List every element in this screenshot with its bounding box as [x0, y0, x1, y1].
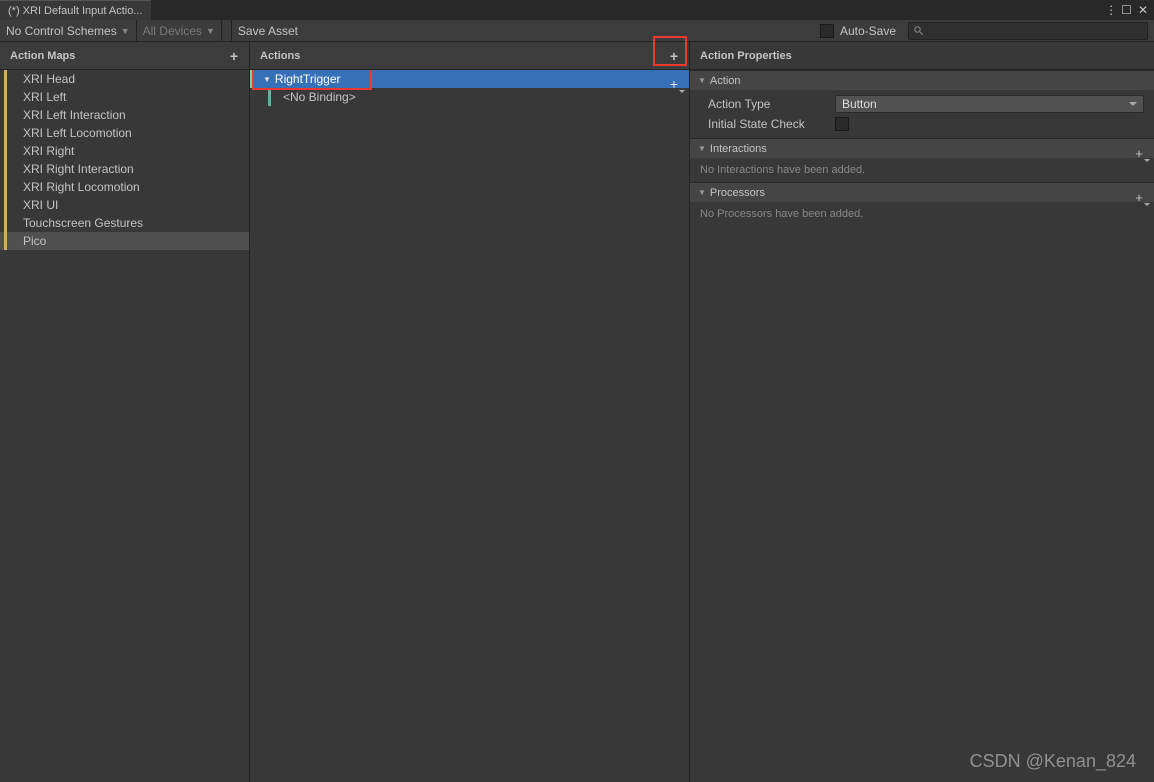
initial-state-label: Initial State Check [700, 117, 835, 131]
map-color-bar [4, 214, 7, 232]
map-color-bar [4, 124, 7, 142]
add-action-map-button[interactable]: + [225, 47, 243, 65]
properties-header: Action Properties [690, 42, 1154, 70]
action-type-dropdown[interactable]: Button [835, 95, 1144, 113]
search-icon [913, 25, 924, 36]
action-map-item[interactable]: XRI Left Locomotion [0, 124, 249, 142]
processors-empty-text: No Processors have been added. [690, 202, 1154, 226]
collapse-icon: ▼ [698, 144, 706, 153]
action-type-label: Action Type [700, 97, 835, 111]
close-icon[interactable]: ✕ [1138, 3, 1148, 17]
actions-list: ▼ RightTrigger + <No Binding> [250, 70, 689, 782]
map-color-bar [4, 70, 7, 88]
action-map-item[interactable]: XRI Left Interaction [0, 106, 249, 124]
action-properties-panel: Action Properties ▼ Action Action Type B… [690, 42, 1154, 782]
action-maps-list: XRI HeadXRI LeftXRI Left InteractionXRI … [0, 70, 249, 782]
action-map-item[interactable]: XRI UI [0, 196, 249, 214]
interactions-empty-text: No Interactions have been added. [690, 158, 1154, 182]
save-asset-button[interactable]: Save Asset [232, 20, 304, 42]
devices-dropdown[interactable]: All Devices▼ [137, 20, 222, 42]
window-controls: ⋮ ☐ ✕ [1105, 3, 1154, 17]
action-color-bar [250, 70, 253, 88]
map-color-bar [4, 160, 7, 178]
action-item-righttrigger[interactable]: ▼ RightTrigger + [250, 70, 689, 88]
processors-section-header[interactable]: ▼ Processors + [690, 182, 1154, 202]
maximize-icon[interactable]: ☐ [1121, 3, 1132, 17]
toolbar: No Control Schemes▼ All Devices▼ Save As… [0, 20, 1154, 42]
expand-icon[interactable]: ▼ [263, 75, 271, 84]
action-section-header[interactable]: ▼ Action [690, 70, 1154, 90]
window-tab[interactable]: (*) XRI Default Input Actio... [0, 0, 151, 20]
map-color-bar [4, 232, 7, 250]
map-color-bar [4, 142, 7, 160]
menu-icon[interactable]: ⋮ [1105, 3, 1115, 17]
add-processor-button[interactable]: + [1130, 188, 1148, 206]
map-color-bar [4, 88, 7, 106]
initial-state-checkbox[interactable] [835, 117, 849, 131]
watermark-text: CSDN @Kenan_824 [970, 751, 1136, 772]
search-input[interactable] [908, 22, 1148, 40]
action-map-item[interactable]: XRI Right [0, 142, 249, 160]
actions-panel: Actions + ▼ RightTrigger + <No Binding> [250, 42, 690, 782]
action-maps-panel: Action Maps + XRI HeadXRI LeftXRI Left I… [0, 42, 250, 782]
add-binding-button[interactable]: + [665, 75, 683, 93]
checkbox-icon[interactable] [820, 24, 834, 38]
control-schemes-dropdown[interactable]: No Control Schemes▼ [0, 20, 137, 42]
binding-item[interactable]: <No Binding> [250, 88, 689, 106]
map-color-bar [4, 196, 7, 214]
actions-header: Actions + [250, 42, 689, 70]
highlight-add-action [653, 36, 687, 66]
action-maps-header: Action Maps + [0, 42, 249, 70]
add-interaction-button[interactable]: + [1130, 144, 1148, 162]
action-map-item[interactable]: XRI Head [0, 70, 249, 88]
tab-bar: (*) XRI Default Input Actio... ⋮ ☐ ✕ [0, 0, 1154, 20]
action-map-item[interactable]: XRI Right Interaction [0, 160, 249, 178]
map-color-bar [4, 106, 7, 124]
action-map-item[interactable]: Pico [0, 232, 249, 250]
collapse-icon: ▼ [698, 76, 706, 85]
map-color-bar [4, 178, 7, 196]
action-map-item[interactable]: XRI Left [0, 88, 249, 106]
action-map-item[interactable]: Touchscreen Gestures [0, 214, 249, 232]
binding-color-bar [268, 88, 271, 106]
interactions-section-header[interactable]: ▼ Interactions + [690, 138, 1154, 158]
action-map-item[interactable]: XRI Right Locomotion [0, 178, 249, 196]
collapse-icon: ▼ [698, 188, 706, 197]
autosave-toggle[interactable]: Auto-Save [810, 24, 906, 38]
